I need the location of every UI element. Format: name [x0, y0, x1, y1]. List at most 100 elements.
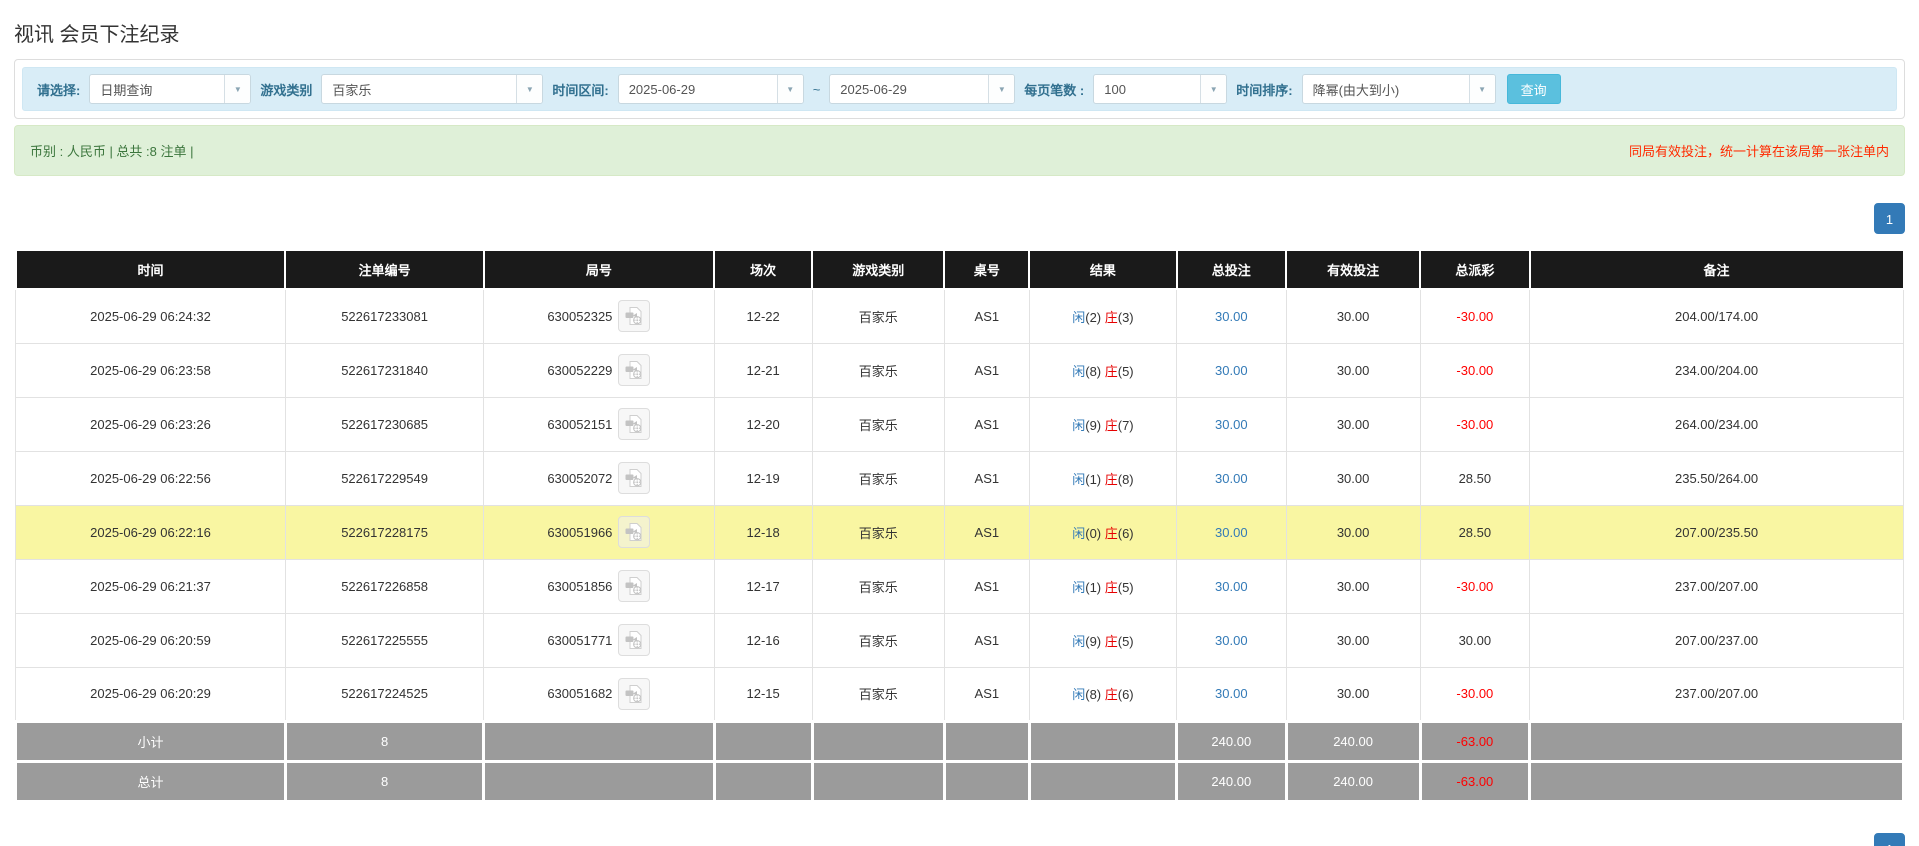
- table-row: 2025-06-29 06:20:59 522617225555 630051771…: [15, 612, 1904, 668]
- total-bet-link[interactable]: 30.00: [1215, 363, 1248, 378]
- cell-time: 2025-06-29 06:22:56: [15, 450, 286, 506]
- cell-remark: 234.00/204.00: [1529, 342, 1904, 398]
- cell-time: 2025-06-29 06:21:37: [15, 558, 286, 614]
- chevron-down-icon[interactable]: ▼: [516, 75, 543, 103]
- cell-time: 2025-06-29 06:20:29: [15, 666, 286, 722]
- cell-bet-number: 522617229549: [284, 450, 485, 506]
- currency-summary-text: 币别 : 人民币 | 总共 :8 注单 |: [30, 144, 194, 159]
- footer-payout: -63.00: [1418, 719, 1532, 763]
- time-sort-value: 降幂(由大到小): [1312, 82, 1400, 98]
- total-bet-link[interactable]: 30.00: [1215, 309, 1248, 324]
- cell-table-number: AS1: [943, 450, 1030, 506]
- search-button[interactable]: 查询: [1506, 74, 1561, 104]
- cell-valid-bet: 30.00: [1285, 450, 1421, 506]
- player-result-label: 闲: [1072, 633, 1086, 649]
- date-from-select[interactable]: 2025-06-29 ▼: [617, 74, 804, 104]
- page-1-button[interactable]: 1: [1874, 832, 1905, 846]
- round-number-text: 630052151: [547, 416, 613, 432]
- cell-table-number: AS1: [943, 558, 1030, 614]
- round-number-wrap: 630051771: [547, 624, 651, 656]
- video-replay-button[interactable]: [618, 300, 651, 333]
- game-type-select[interactable]: 百家乐 ▼: [321, 74, 544, 104]
- video-replay-button[interactable]: [618, 354, 651, 386]
- round-number-text: 630051682: [547, 686, 613, 701]
- cell-valid-bet: 30.00: [1285, 666, 1421, 722]
- cell-total-bet: 30.00: [1176, 666, 1287, 722]
- cell-total-bet: 30.00: [1176, 612, 1287, 668]
- video-replay-button[interactable]: [618, 570, 651, 602]
- cell-result: 闲(1) 庄(5): [1028, 558, 1178, 614]
- per-page-select[interactable]: 100 ▼: [1093, 74, 1228, 104]
- cell-total-bet: 30.00: [1176, 396, 1287, 452]
- total-bet-link[interactable]: 30.00: [1215, 579, 1248, 594]
- cell-round-number: 630051682: [483, 666, 715, 722]
- total-bet-link[interactable]: 30.00: [1215, 471, 1248, 486]
- col-header-time: 时间: [14, 249, 287, 290]
- cell-remark: 237.00/207.00: [1529, 666, 1904, 722]
- time-sort-label: 时间排序:: [1236, 82, 1293, 98]
- summary-bar: 币别 : 人民币 | 总共 :8 注单 | 同局有效投注，统一计算在该局第一张注…: [14, 125, 1905, 176]
- banker-result-label: 庄: [1104, 687, 1118, 702]
- chevron-down-icon[interactable]: ▼: [1468, 75, 1495, 103]
- round-number-text: 630052229: [547, 362, 613, 378]
- video-replay-button[interactable]: [618, 516, 651, 548]
- cell-result: 闲(9) 庄(7): [1028, 396, 1178, 452]
- page-title: 视讯 会员下注纪录: [14, 24, 180, 46]
- cell-result: 闲(8) 庄(6): [1028, 666, 1178, 722]
- video-replay-button[interactable]: [618, 677, 651, 710]
- player-result-label: 闲: [1072, 687, 1086, 702]
- table-body: 2025-06-29 06:24:32 522617233081 630052325…: [15, 288, 1904, 722]
- chevron-down-icon[interactable]: ▼: [988, 75, 1015, 103]
- video-replay-icon: [625, 469, 642, 487]
- cell-session: 12-16: [713, 612, 813, 668]
- cell-result: 闲(1) 庄(8): [1028, 450, 1178, 506]
- col-header-game-type: 游戏类别: [811, 249, 946, 290]
- video-replay-icon: [625, 361, 642, 379]
- chevron-down-icon[interactable]: ▼: [1200, 75, 1227, 103]
- date-to-select[interactable]: 2025-06-29 ▼: [829, 74, 1016, 104]
- cell-bet-number: 522617226858: [284, 558, 485, 614]
- col-header-total-bet: 总投注: [1175, 249, 1288, 290]
- cell-game-type: 百家乐: [811, 612, 945, 668]
- chevron-down-icon[interactable]: ▼: [224, 75, 251, 103]
- banker-result-label: 庄: [1104, 417, 1118, 433]
- per-page-value: 100: [1104, 81, 1126, 97]
- filter-panel: 请选择: 日期查询 ▼ 游戏类别 百家乐 ▼ 时间区间: 2025-06-29 …: [14, 59, 1905, 119]
- cell-bet-number: 522617230685: [284, 396, 485, 452]
- col-header-result: 结果: [1028, 249, 1178, 290]
- total-bet-link[interactable]: 30.00: [1215, 417, 1248, 432]
- banker-result-label: 庄: [1104, 471, 1118, 487]
- cell-remark: 207.00/235.50: [1529, 504, 1904, 560]
- cell-time: 2025-06-29 06:22:16: [15, 504, 286, 560]
- footer-round-empty: [482, 759, 716, 803]
- cell-time: 2025-06-29 06:23:26: [15, 396, 286, 452]
- video-replay-icon: [625, 631, 642, 649]
- total-bet-link[interactable]: 30.00: [1215, 686, 1248, 701]
- total-bet-link[interactable]: 30.00: [1215, 525, 1248, 540]
- table-header: 时间 注单编号 局号 场次 游戏类别 桌号 结果 总投注 有效投注 总派彩 备注: [14, 249, 1905, 290]
- video-replay-button[interactable]: [618, 624, 651, 656]
- cell-table-number: AS1: [943, 666, 1030, 722]
- video-replay-button[interactable]: [618, 408, 651, 440]
- cell-payout: 30.00: [1419, 612, 1531, 668]
- footer-session-empty: [712, 759, 814, 803]
- col-header-valid-bet: 有效投注: [1285, 249, 1422, 290]
- cell-bet-number: 522617233081: [284, 288, 485, 344]
- total-bet-link[interactable]: 30.00: [1215, 633, 1248, 648]
- time-sort-select[interactable]: 降幂(由大到小) ▼: [1301, 74, 1496, 104]
- cell-round-number: 630052151: [483, 396, 715, 452]
- bet-records-table: 时间 注单编号 局号 场次 游戏类别 桌号 结果 总投注 有效投注 总派彩 备注…: [14, 249, 1905, 803]
- pagination-top: 1: [14, 203, 1905, 234]
- chevron-down-icon[interactable]: ▼: [776, 75, 803, 103]
- cell-session: 12-17: [713, 558, 813, 614]
- cell-payout: -30.00: [1419, 342, 1531, 398]
- video-replay-icon: [625, 307, 642, 326]
- query-type-select[interactable]: 日期查询 ▼: [89, 74, 252, 104]
- query-type-value: 日期查询: [100, 82, 153, 98]
- footer-result-empty: [1027, 719, 1179, 763]
- cell-game-type: 百家乐: [811, 342, 945, 398]
- cell-total-bet: 30.00: [1176, 450, 1287, 506]
- video-replay-button[interactable]: [618, 462, 651, 494]
- cell-result: 闲(8) 庄(5): [1028, 342, 1178, 398]
- page-1-button[interactable]: 1: [1874, 203, 1905, 234]
